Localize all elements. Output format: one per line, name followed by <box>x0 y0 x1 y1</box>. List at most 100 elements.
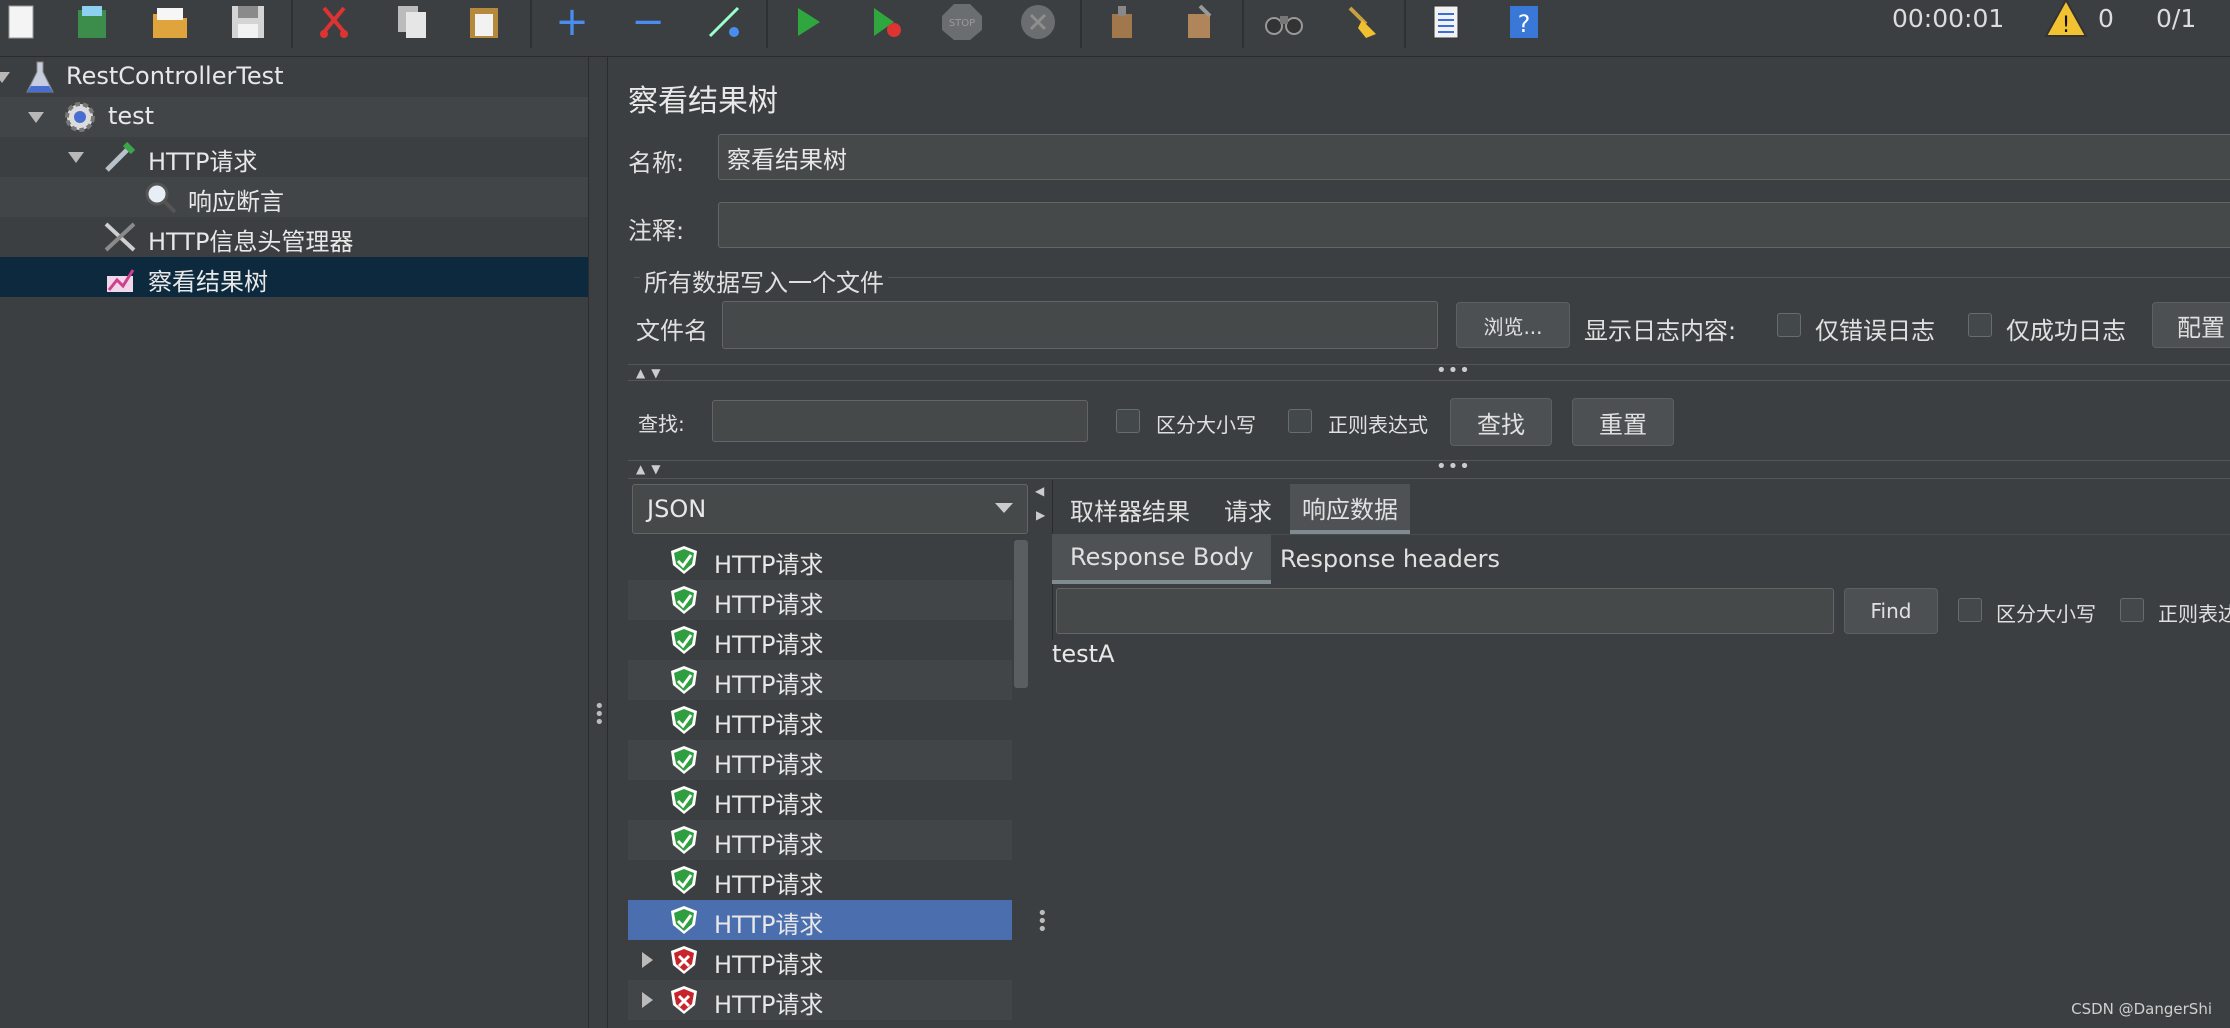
search-input[interactable] <box>712 400 1088 442</box>
toolbar-separator <box>1080 0 1082 48</box>
result-item[interactable]: HTTP请求 <box>628 980 1012 1020</box>
collapse-icon[interactable]: − <box>626 0 670 45</box>
result-item[interactable]: HTTP请求 <box>628 780 1012 820</box>
result-item[interactable]: HTTP请求 <box>628 580 1012 620</box>
assertion-magnifier-icon <box>142 179 178 215</box>
result-item[interactable]: HTTP请求 <box>628 940 1012 980</box>
search-binoculars-icon[interactable] <box>1262 2 1306 42</box>
splitter-handle[interactable]: ◀ ▶ • • • <box>1030 480 1053 1028</box>
success-shield-icon <box>671 626 697 654</box>
success-shield-icon <box>671 906 697 934</box>
splitter-handle[interactable]: ••• <box>1436 360 1471 381</box>
elapsed-time: 00:00:01 <box>1892 4 2005 33</box>
open-folder-icon[interactable] <box>148 2 192 42</box>
expand-arrow-icon[interactable] <box>642 992 653 1008</box>
clear-icon[interactable] <box>1100 2 1144 42</box>
expand-arrow-icon[interactable] <box>0 72 10 83</box>
result-item-label: HTTP请求 <box>714 911 824 939</box>
expand-arrow-icon[interactable] <box>642 952 653 968</box>
expand-arrow-icon[interactable] <box>68 152 84 163</box>
splitter-handle[interactable]: ••• <box>588 57 608 1028</box>
result-item[interactable]: HTTP请求 <box>628 860 1012 900</box>
panel-title: 察看结果树 <box>628 84 778 119</box>
tab-response-data[interactable]: 响应数据 <box>1290 484 1410 534</box>
scrollbar[interactable] <box>1014 540 1028 688</box>
response-search-input[interactable] <box>1056 588 1834 634</box>
collapse-arrows-icon[interactable]: ▲▼ <box>636 366 666 380</box>
result-item[interactable]: HTTP请求 <box>628 660 1012 700</box>
new-file-icon[interactable] <box>0 2 44 42</box>
result-item[interactable]: HTTP请求 <box>628 820 1012 860</box>
tree-item-http-request[interactable]: HTTP请求 <box>0 137 588 177</box>
tab-request[interactable]: 请求 <box>1212 484 1284 534</box>
toolbar-separator <box>291 0 293 48</box>
response-case-checkbox[interactable] <box>1958 598 1982 622</box>
success-shield-icon <box>671 546 697 574</box>
search-regex-checkbox[interactable] <box>1288 409 1312 433</box>
start-icon[interactable] <box>786 2 830 42</box>
success-shield-icon <box>671 866 697 894</box>
splitter-handle[interactable]: ••• <box>1436 456 1471 477</box>
tab-sampler-result[interactable]: 取样器结果 <box>1058 484 1202 534</box>
result-item[interactable]: HTTP请求 <box>628 700 1012 740</box>
cut-icon[interactable] <box>312 2 356 42</box>
tab-response-body[interactable]: Response Body <box>1052 534 1272 584</box>
toolbar-separator <box>1404 0 1406 48</box>
svg-text:?: ? <box>1518 10 1531 38</box>
clear-all-icon[interactable] <box>1178 2 1222 42</box>
errors-only-checkbox[interactable] <box>1777 313 1801 337</box>
tab-response-headers[interactable]: Response headers <box>1268 534 1512 584</box>
response-regex-checkbox[interactable] <box>2120 598 2144 622</box>
stop-label: STOP <box>949 18 975 29</box>
result-item[interactable]: HTTP请求 <box>628 900 1012 940</box>
success-shield-icon <box>671 746 697 774</box>
reset-search-broom-icon[interactable] <box>1340 2 1384 42</box>
comment-input[interactable] <box>718 202 2230 248</box>
expand-arrow-icon[interactable] <box>28 112 44 123</box>
expand-icon[interactable]: + <box>550 0 594 45</box>
result-item[interactable]: HTTP请求 <box>628 540 1012 580</box>
error-shield-icon <box>671 946 697 974</box>
result-item-label: HTTP请求 <box>714 871 824 899</box>
tree-item-response-assertion[interactable]: 响应断言 <box>0 177 588 217</box>
response-regex-label: 正则表达 <box>2158 602 2230 626</box>
result-item-label: HTTP请求 <box>714 951 824 979</box>
filename-label: 文件名 <box>636 317 708 345</box>
browse-button[interactable]: 浏览... <box>1456 302 1570 348</box>
shutdown-icon[interactable] <box>1016 2 1060 42</box>
tree-item-test-plan[interactable]: RestControllerTest <box>0 57 588 97</box>
toolbar-separator <box>530 0 532 48</box>
tree-item-view-results-tree[interactable]: 察看结果树 <box>0 257 588 297</box>
warning-icon[interactable]: ! <box>2044 0 2088 38</box>
result-item-label: HTTP请求 <box>714 631 824 659</box>
tree-item-header-manager[interactable]: HTTP信息头管理器 <box>0 217 588 257</box>
results-list[interactable]: HTTP请求 HTTP请求 HTTP请求 HTTP请求 HTTP请求 HTTP请求 HTTP… <box>628 540 1012 1028</box>
toolbar: + − STOP ? 00:00:01 ! 0 0/1 <box>0 0 2230 57</box>
paste-icon[interactable] <box>462 2 506 42</box>
response-body-area[interactable]: testA <box>1052 640 2230 1028</box>
tree-item-label: 响应断言 <box>188 188 284 216</box>
result-item[interactable]: HTTP请求 <box>628 740 1012 780</box>
reset-button[interactable]: 重置 <box>1572 398 1674 446</box>
toggle-icon[interactable] <box>702 2 746 42</box>
stop-icon[interactable]: STOP <box>940 2 984 42</box>
response-find-button[interactable]: Find <box>1844 588 1938 634</box>
filename-input[interactable] <box>722 301 1438 349</box>
find-button[interactable]: 查找 <box>1450 398 1552 446</box>
renderer-select[interactable]: JSON <box>632 484 1028 534</box>
tree-item-thread-group[interactable]: test <box>0 97 588 137</box>
success-only-checkbox[interactable] <box>1968 313 1992 337</box>
result-item[interactable]: HTTP请求 <box>628 620 1012 660</box>
divider <box>628 460 2230 461</box>
search-case-checkbox[interactable] <box>1116 409 1140 433</box>
name-input[interactable] <box>718 134 2230 180</box>
copy-icon[interactable] <box>390 2 434 42</box>
function-helper-icon[interactable] <box>1424 2 1468 42</box>
help-icon[interactable]: ? <box>1502 2 1546 42</box>
save-icon[interactable] <box>226 2 270 42</box>
start-no-pause-icon[interactable] <box>864 2 908 42</box>
collapse-arrows-icon[interactable]: ▲▼ <box>636 462 666 476</box>
templates-icon[interactable] <box>70 2 114 42</box>
tree-item-label: HTTP信息头管理器 <box>148 228 354 256</box>
configure-button[interactable]: 配置 <box>2152 302 2230 348</box>
